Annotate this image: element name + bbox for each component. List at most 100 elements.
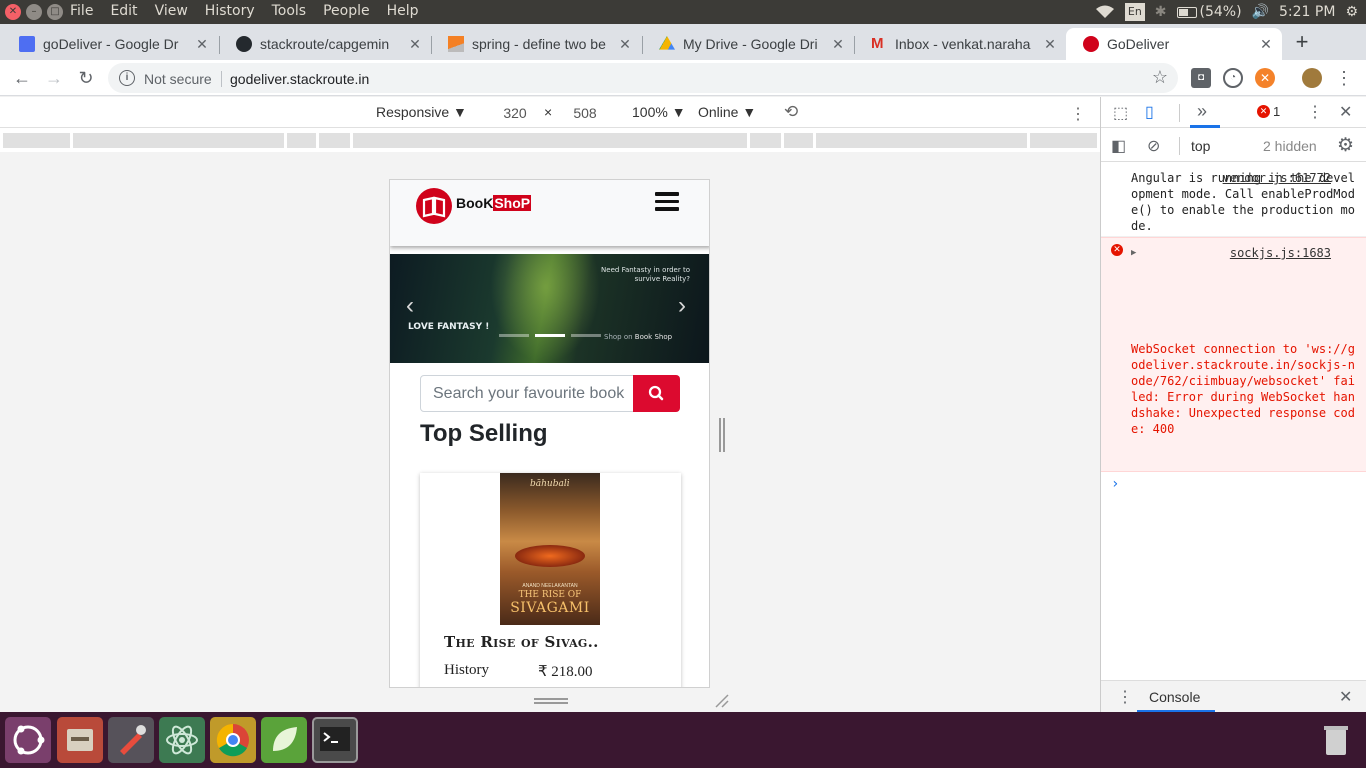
book-logo-icon[interactable] — [416, 188, 452, 224]
volume-icon[interactable]: 🔊 — [1252, 4, 1269, 20]
reload-icon[interactable]: ↻ — [74, 66, 98, 90]
profile-avatar[interactable] — [1302, 68, 1322, 88]
book-title[interactable]: The Rise of Sivag.. — [444, 633, 599, 651]
atom-editor-icon[interactable] — [159, 717, 205, 763]
media-query-segment[interactable] — [3, 133, 70, 148]
bluetooth-icon[interactable]: ✱ — [1155, 4, 1167, 20]
clear-console-icon[interactable]: ⊘ — [1147, 136, 1160, 156]
tab-close-icon[interactable]: ✕ — [1258, 36, 1274, 53]
chrome-menu-icon[interactable]: ⋮ — [1334, 68, 1354, 88]
device-select[interactable]: Responsive ▼ — [376, 104, 467, 120]
viewport-resize-handle-right[interactable] — [719, 418, 725, 452]
new-tab-button[interactable]: + — [1290, 29, 1314, 55]
viewport-resize-handle-bottom[interactable] — [534, 698, 568, 704]
drawer-menu-icon[interactable]: ⋮ — [1117, 687, 1133, 707]
device-more-icon[interactable]: ⋮ — [1070, 104, 1086, 124]
drawer-tab-console[interactable]: Console — [1149, 689, 1200, 705]
book-card[interactable]: bāhubali ANAND NEELAKANTAN THE RISE OF S… — [420, 473, 681, 687]
tab-godeliver[interactable]: GoDeliver ✕ — [1066, 28, 1282, 60]
more-tabs-icon[interactable]: » — [1197, 101, 1207, 122]
console-message-info[interactable]: vendor.js:61772 Angular is running in the… — [1101, 163, 1366, 237]
inspect-element-icon[interactable]: ⬚ — [1113, 103, 1128, 123]
tab-godeliver-doc[interactable]: goDeliver - Google Dr ✕ — [2, 28, 218, 60]
spring-tool-suite-icon[interactable] — [261, 717, 307, 763]
menu-help[interactable]: Help — [387, 3, 419, 19]
book-search-input[interactable]: Search your favourite book — [420, 375, 634, 412]
tab-gmail[interactable]: M Inbox - venkat.naraha ✕ — [854, 28, 1066, 60]
message-source-link[interactable]: vendor.js:61772 — [1223, 170, 1331, 186]
system-settings-icon[interactable] — [108, 717, 154, 763]
tab-close-icon[interactable]: ✕ — [194, 36, 210, 53]
rotate-icon[interactable]: ⟲ — [784, 102, 798, 122]
wifi-icon[interactable] — [1095, 5, 1115, 19]
menu-history[interactable]: History — [205, 3, 255, 19]
window-close-button[interactable]: ✕ — [5, 4, 21, 20]
menu-tools[interactable]: Tools — [272, 3, 307, 19]
tab-close-icon[interactable]: ✕ — [407, 36, 423, 53]
console-message-error[interactable]: ✕ ▶ sockjs.js:1683 WebSocket connection … — [1101, 237, 1366, 472]
media-query-segment[interactable] — [73, 133, 284, 148]
trash-icon[interactable] — [1313, 717, 1359, 763]
carousel-next-icon[interactable]: › — [678, 292, 686, 320]
media-query-segment[interactable] — [353, 133, 747, 148]
security-label[interactable]: Not secure — [144, 71, 212, 87]
drawer-close-icon[interactable]: ✕ — [1339, 687, 1352, 707]
expand-arrow-icon[interactable]: ▶ — [1131, 245, 1136, 261]
media-query-segment[interactable] — [750, 133, 781, 148]
extension-close-icon[interactable]: ✕ — [1255, 68, 1275, 88]
tab-stackoverflow[interactable]: spring - define two be ✕ — [431, 28, 641, 60]
media-query-segment[interactable] — [287, 133, 316, 148]
error-count[interactable]: 1 — [1273, 104, 1280, 119]
media-query-segment[interactable] — [1030, 133, 1097, 148]
hamburger-menu-icon[interactable] — [655, 192, 679, 212]
tab-close-icon[interactable]: ✕ — [1042, 36, 1058, 53]
terminal-icon[interactable] — [312, 717, 358, 763]
network-select[interactable]: Online ▼ — [698, 104, 756, 120]
media-query-segment[interactable] — [816, 133, 1027, 148]
menu-edit[interactable]: Edit — [110, 3, 137, 19]
keyboard-layout-indicator[interactable]: En — [1124, 3, 1145, 21]
tab-google-drive[interactable]: My Drive - Google Dri ✕ — [642, 28, 854, 60]
carousel-prev-icon[interactable]: ‹ — [406, 292, 414, 320]
book-cover-image[interactable]: bāhubali ANAND NEELAKANTAN THE RISE OF S… — [500, 473, 600, 625]
message-source-link[interactable]: sockjs.js:1683 — [1230, 245, 1331, 261]
info-icon[interactable]: i — [119, 70, 135, 86]
forward-arrow-icon[interactable]: → — [42, 66, 66, 90]
power-gear-icon[interactable]: ⚙ — [1345, 4, 1358, 20]
zoom-select[interactable]: 100% ▼ — [632, 104, 686, 120]
tab-github[interactable]: stackroute/capgemin ✕ — [219, 28, 431, 60]
sidebar-toggle-icon[interactable]: ◧ — [1111, 136, 1126, 156]
console-settings-icon[interactable]: ⚙ — [1337, 134, 1354, 157]
bookmark-star-icon[interactable]: ☆ — [1152, 67, 1168, 88]
error-icon[interactable]: ✕ — [1257, 105, 1270, 118]
clock[interactable]: 5:21 PM — [1279, 4, 1335, 20]
hidden-count[interactable]: 2 hidden — [1263, 138, 1317, 154]
media-query-segment[interactable] — [319, 133, 350, 148]
device-toggle-icon[interactable]: ▯ — [1145, 102, 1154, 122]
speed-gauge-icon[interactable]: ◔ — [1223, 68, 1243, 88]
media-query-segment[interactable] — [784, 133, 813, 148]
console-prompt[interactable]: › — [1101, 472, 1366, 496]
height-input[interactable]: 508 — [560, 102, 610, 124]
battery-indicator[interactable]: (54%) — [1176, 4, 1242, 20]
devtools-menu-icon[interactable]: ⋮ — [1307, 102, 1323, 122]
tab-close-icon[interactable]: ✕ — [617, 36, 633, 53]
window-minimize-button[interactable]: – — [26, 4, 42, 20]
context-select[interactable]: top — [1191, 138, 1210, 154]
carousel-indicator-active[interactable] — [535, 334, 565, 337]
url-text[interactable]: godeliver.stackroute.in — [230, 71, 369, 87]
carousel-indicator[interactable] — [499, 334, 529, 337]
tab-close-icon[interactable]: ✕ — [830, 36, 846, 53]
menu-file[interactable]: File — [70, 3, 93, 19]
chrome-icon[interactable] — [210, 717, 256, 763]
brand-logo[interactable]: BooKShoP — [456, 195, 532, 211]
window-maximize-button[interactable]: □ — [47, 4, 63, 20]
ubuntu-dash-icon[interactable] — [5, 717, 51, 763]
width-input[interactable]: 320 — [490, 102, 540, 124]
back-arrow-icon[interactable]: ← — [10, 66, 34, 90]
devtools-close-icon[interactable]: ✕ — [1339, 102, 1352, 122]
menu-view[interactable]: View — [155, 3, 188, 19]
files-icon[interactable] — [57, 717, 103, 763]
search-button[interactable] — [633, 375, 680, 412]
address-bar[interactable]: i Not secure godeliver.stackroute.in ☆ — [108, 63, 1178, 93]
